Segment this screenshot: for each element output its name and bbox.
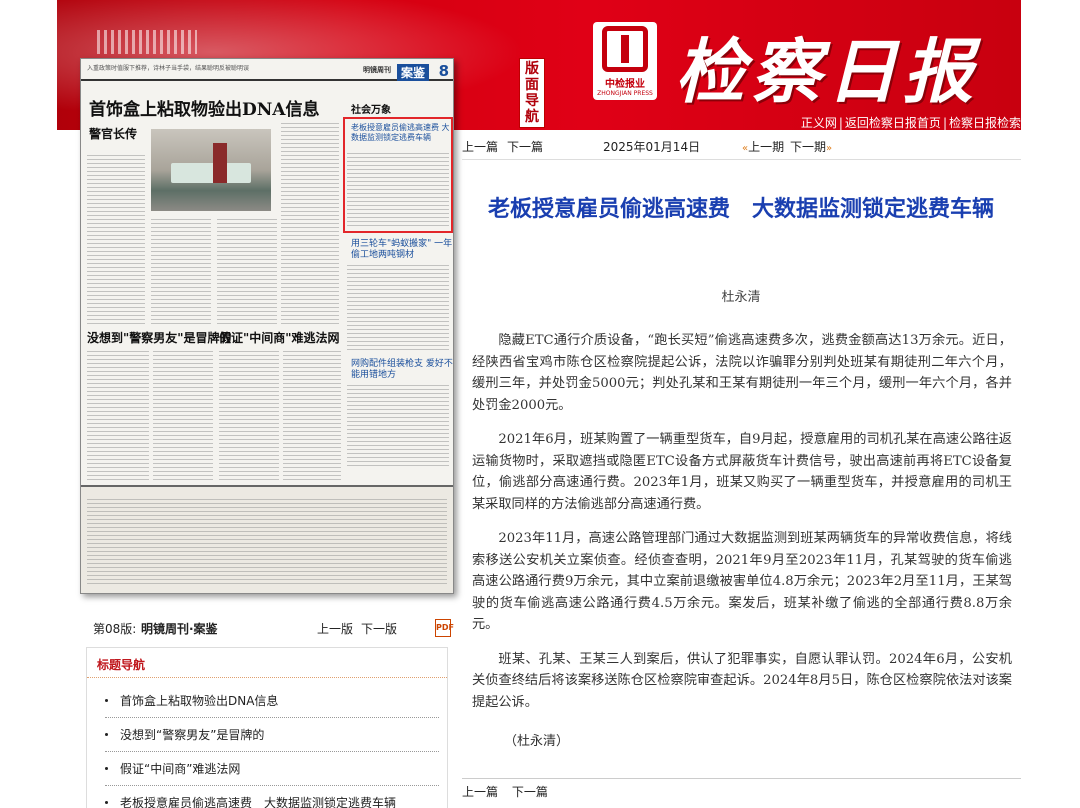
paper-highlight-title: 老板授意雇员偷逃高速费 大数据监测锁定逃费车辆 (351, 123, 450, 142)
page-number-label: 第08版: (93, 622, 137, 636)
article-author: 杜永清 (721, 290, 761, 305)
paper-headline[interactable]: 首饰盒上粘取物验出DNA信息 (89, 95, 319, 120)
article-paragraph: 2021年6月，班某购置了一辆重型货车，自9月起，授意雇用的司机孔某在高速公路往… (472, 432, 1012, 512)
paper-text-column (87, 351, 149, 481)
paper-article-title[interactable]: 用三轮车"蚂蚁搬家" 一年偷工地两吨钢材 (351, 239, 453, 261)
next-article-link[interactable]: 下一篇 (512, 785, 548, 799)
link-separator: | (838, 116, 843, 130)
title-nav-link[interactable]: 没想到“警察男友”是冒牌的 (120, 726, 264, 743)
link-home[interactable]: 返回检察日报首页 (845, 116, 941, 130)
layout-nav-char: 面 (525, 77, 539, 93)
title-navigation-heading: 标题导航 (87, 648, 447, 678)
paper-text-column (347, 265, 449, 351)
list-item[interactable]: 假证“中间商”难逃法网 (105, 752, 439, 786)
next-issue-label: 下一期 (790, 140, 827, 154)
paper-text-column (87, 155, 145, 325)
paper-article-title[interactable]: 假证"中间商"难逃法网 (219, 329, 340, 346)
press-name-cn: 中检报业 (605, 79, 645, 90)
list-item[interactable]: 首饰盒上粘取物验出DNA信息 (105, 684, 439, 718)
paper-mirror-label: 明镜周刊 (363, 66, 391, 74)
article-paragraph: 2023年11月，高速公路管理部门通过大数据监测到班某两辆货车的异常收费信息，将… (472, 531, 1012, 632)
article-title: 老板授意雇员偷逃高速费 大数据监测锁定逃费车辆 (487, 197, 994, 222)
article-top-nav: 上一篇 下一篇 2025年01月14日 «上一期 下一期» (462, 136, 1021, 160)
paper-top-text: 入重政策时值服下推荐，诗林子当手袋，结果聪明反被聪明误 (87, 65, 250, 72)
bullet-icon (105, 733, 108, 736)
bullet-icon (105, 699, 108, 702)
top-links: 正义网 | 返回检察日报首页 | 检察日报检索 (801, 114, 1021, 130)
title-nav-link[interactable]: 首饰盒上粘取物验出DNA信息 (120, 692, 278, 709)
list-item[interactable]: 老板授意雇员偷逃高速费 大数据监测锁定逃费车辆 (105, 786, 439, 808)
link-search[interactable]: 检察日报检索 (949, 116, 1021, 130)
press-name-en: ZHONGJIAN PRESS (597, 90, 653, 97)
prev-page-link[interactable]: 上一版 (317, 620, 353, 637)
next-issue-link[interactable]: 下一期» (790, 138, 832, 155)
paper-text-column (217, 219, 277, 325)
link-zhengyiwang[interactable]: 正义网 (801, 116, 837, 130)
page-name: 明镜周刊·案鉴 (141, 622, 218, 636)
paper-column-label: 社会万象 (351, 105, 391, 116)
masthead-title: 检察日报 (675, 30, 979, 113)
paper-page-number: 8 (438, 62, 449, 80)
page-meta-bar: 第08版: 明镜周刊·案鉴 上一版 下一版 PDF (93, 619, 454, 640)
layout-nav-label[interactable]: 版 面 导 航 (519, 58, 545, 128)
article-bottom-nav: 上一篇 下一篇 (462, 778, 1021, 802)
bullet-icon (105, 767, 108, 770)
paper-text-column (283, 351, 341, 481)
paper-subhead: 警官长传 (89, 127, 138, 141)
prev-issue-label: 上一期 (748, 140, 785, 154)
paper-article-title[interactable]: 没想到"警察男友"是冒牌的 (87, 329, 232, 346)
title-nav-link[interactable]: 老板授意雇员偷逃高速费 大数据监测锁定逃费车辆 (120, 794, 396, 808)
paper-photo (151, 129, 271, 211)
article-paragraph: 班某、孔某、王某三人到案后，供认了犯罪事实，自愿认罪认罚。2024年6月，公安机… (472, 651, 1012, 710)
paper-text-column (151, 219, 211, 325)
press-logo: 中检报业 ZHONGJIAN PRESS (593, 22, 657, 100)
article-body: 隐藏ETC通行介质设备，“跑长买短”偷逃高速费多次，逃费金额高达13万余元。近日… (472, 330, 1012, 726)
title-navigation: 标题导航 首饰盒上粘取物验出DNA信息 没想到“警察男友”是冒牌的 假证“中间商… (86, 647, 448, 808)
paper-text-column (219, 351, 279, 481)
paper-text-column (153, 351, 213, 481)
bullet-icon (105, 801, 108, 804)
layout-nav-char: 导 (525, 93, 539, 109)
link-separator: | (942, 116, 947, 130)
layout-nav-char: 版 (525, 61, 539, 77)
layout-nav-char: 航 (525, 109, 539, 125)
article-signature: （杜永清） (504, 734, 570, 749)
article-paragraph: 隐藏ETC通行介质设备，“跑长买短”偷逃高速费多次，逃费金额高达13万余元。近日… (472, 333, 1012, 413)
paper-text-column (281, 123, 339, 325)
next-page-link[interactable]: 下一版 (361, 620, 397, 637)
paper-text-column (87, 499, 447, 585)
paper-article-title[interactable]: 网购配件组装枪支 爱好不能用错地方 (351, 359, 453, 381)
issue-date: 2025年01月14日 (603, 140, 701, 154)
title-navigation-list: 首饰盒上粘取物验出DNA信息 没想到“警察男友”是冒牌的 假证“中间商”难逃法网… (87, 678, 447, 808)
press-logo-icon (602, 26, 648, 72)
paper-section-tag: 案鉴 (396, 64, 429, 81)
banner-stripes (97, 30, 197, 54)
title-nav-link[interactable]: 假证“中间商”难逃法网 (120, 760, 240, 777)
paper-text-column (347, 385, 449, 469)
paper-header: 入重政策时值服下推荐，诗林子当手袋，结果聪明反被聪明误 明镜周刊 案鉴 8 (81, 59, 453, 81)
prev-article-link[interactable]: 上一篇 (462, 138, 498, 155)
list-item[interactable]: 没想到“警察男友”是冒牌的 (105, 718, 439, 752)
double-right-arrow-icon: » (826, 143, 833, 154)
prev-article-link[interactable]: 上一篇 (462, 785, 498, 799)
prev-issue-link[interactable]: «上一期 (742, 138, 784, 155)
next-article-link[interactable]: 下一篇 (507, 138, 543, 155)
newspaper-page-image[interactable]: 入重政策时值服下推荐，诗林子当手袋，结果聪明反被聪明误 明镜周刊 案鉴 8 首饰… (80, 58, 454, 594)
paper-bottom-section (81, 485, 453, 593)
pdf-icon[interactable]: PDF (435, 619, 454, 637)
